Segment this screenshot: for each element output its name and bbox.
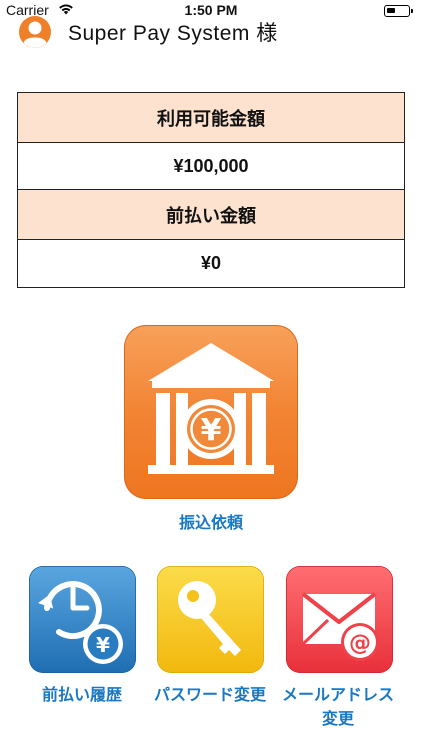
- mail-at-icon: @: [286, 566, 393, 673]
- transfer-request-button[interactable]: ¥: [124, 325, 298, 499]
- prepaid-history-label[interactable]: 前払い履歴: [20, 684, 144, 708]
- svg-text:¥: ¥: [96, 633, 110, 657]
- clock-yen-icon: ¥: [29, 566, 136, 673]
- available-amount-value: ¥100,000: [18, 143, 404, 190]
- mail-address-change-label[interactable]: メールアドレス変更: [276, 684, 400, 732]
- password-change-label[interactable]: パスワード変更: [148, 684, 272, 708]
- svg-text:¥: ¥: [201, 413, 222, 448]
- mail-address-change-button[interactable]: @: [286, 566, 393, 673]
- user-avatar-icon[interactable]: [18, 15, 52, 49]
- header: Super Pay System 様: [18, 14, 278, 50]
- prepaid-amount-label: 前払い金額: [18, 190, 404, 240]
- password-change-button[interactable]: [157, 566, 264, 673]
- svg-text:@: @: [349, 631, 371, 656]
- prepaid-amount-value: ¥0: [18, 240, 404, 287]
- prepaid-history-button[interactable]: ¥: [29, 566, 136, 673]
- user-name: Super Pay System 様: [68, 22, 278, 45]
- battery-icon: [384, 5, 413, 17]
- bank-yen-icon: ¥: [124, 325, 298, 499]
- available-amount-label: 利用可能金額: [18, 93, 404, 143]
- key-icon: [157, 566, 264, 673]
- transfer-request-label[interactable]: 振込依頼: [124, 509, 298, 533]
- balance-table: 利用可能金額 ¥100,000 前払い金額 ¥0: [17, 92, 405, 288]
